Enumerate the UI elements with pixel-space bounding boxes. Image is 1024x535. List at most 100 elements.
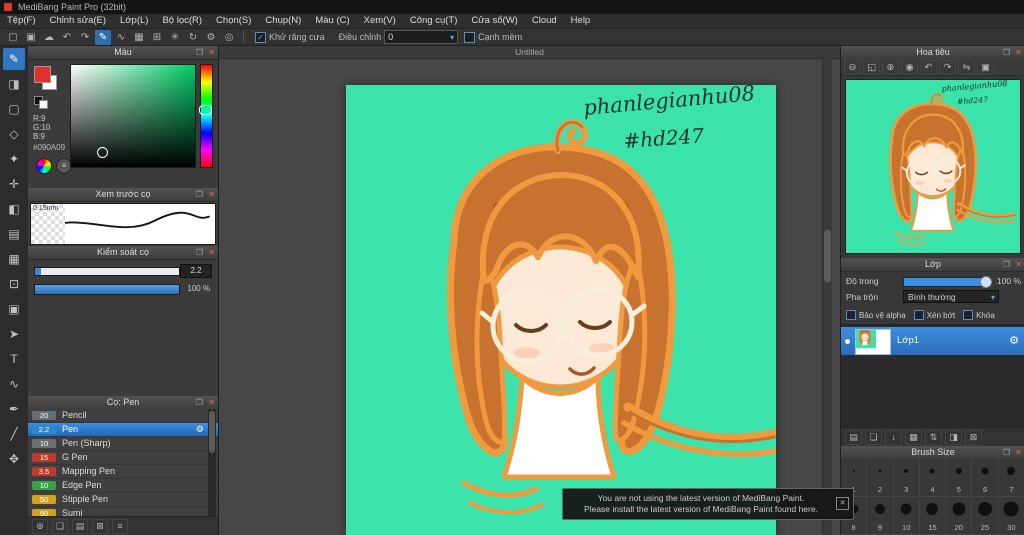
- canvas-area[interactable]: Untitled: [219, 46, 840, 535]
- brush-list-scrollbar[interactable]: [208, 409, 216, 517]
- dock-icon[interactable]: ❐: [196, 396, 203, 409]
- close-icon[interactable]: ✕: [1015, 258, 1022, 271]
- soft-edge-checkbox[interactable]: Cạnh mềm: [464, 31, 522, 43]
- zoom-fit-icon[interactable]: ◱: [863, 59, 880, 75]
- brush-size-2[interactable]: 2: [867, 459, 894, 497]
- duplicate-layer-button[interactable]: ❏: [865, 429, 882, 445]
- brush-item-g-pen[interactable]: 15 G Pen: [28, 451, 218, 465]
- menu-item-b-l-c-r[interactable]: Bộ lọc(R): [155, 14, 209, 28]
- dock-icon[interactable]: ❐: [1003, 46, 1010, 59]
- brush-size-25[interactable]: 25: [972, 497, 999, 535]
- brush-tool[interactable]: ✎: [3, 48, 25, 70]
- checkbox-box[interactable]: [846, 310, 856, 320]
- swap-colors-icon[interactable]: [39, 100, 48, 109]
- curve-tool[interactable]: ∿: [3, 373, 25, 395]
- notification-close-icon[interactable]: ✕: [836, 497, 849, 510]
- menu-item-xem-v[interactable]: Xem(V): [357, 14, 403, 28]
- antialias-checkbox-box[interactable]: ✓: [255, 31, 266, 43]
- stamp-tool[interactable]: ▣: [3, 298, 25, 320]
- hue-slider[interactable]: [199, 64, 213, 168]
- layer-settings-icon[interactable]: ⚙: [1009, 327, 1019, 355]
- zoom-actual-icon[interactable]: ◉: [901, 59, 918, 75]
- menu-item-ch-p-n[interactable]: Chụp(N): [258, 14, 308, 28]
- gradient-tool[interactable]: ▤: [3, 223, 25, 245]
- add-folder-button[interactable]: ▦: [905, 429, 922, 445]
- canvas-vertical-scrollbar[interactable]: [822, 58, 832, 535]
- close-icon[interactable]: ✕: [1015, 46, 1022, 59]
- brush-size-30[interactable]: 30: [998, 497, 1024, 535]
- snap-radial-icon[interactable]: ✳: [167, 30, 183, 45]
- line-tool[interactable]: ╱: [3, 423, 25, 445]
- blend-mode-dropdown[interactable]: Bình thường ▾: [903, 290, 999, 303]
- menu-item-c-ng-c-t[interactable]: Công cụ(T): [403, 14, 465, 28]
- fill-bucket-tool[interactable]: ◧: [3, 198, 25, 220]
- text-tool[interactable]: T: [3, 348, 25, 370]
- select-lasso-tool[interactable]: ◇: [3, 123, 25, 145]
- checkbox-b-o-v-alpha[interactable]: Bảo vệ alpha: [846, 310, 906, 320]
- document-tab[interactable]: Untitled: [219, 46, 840, 59]
- brush-size-value[interactable]: 2.2: [180, 264, 212, 278]
- layer-opacity-slider[interactable]: [903, 276, 992, 288]
- close-icon[interactable]: ✕: [208, 188, 215, 201]
- delete-brush-button[interactable]: ⊠: [92, 518, 108, 534]
- brush-item-edge-pen[interactable]: 10 Edge Pen: [28, 479, 218, 493]
- close-icon[interactable]: ✕: [208, 46, 215, 59]
- antialias-checkbox[interactable]: ✓ Khử răng cưa: [255, 31, 325, 43]
- snap-settings-icon[interactable]: ⚙: [203, 30, 219, 45]
- brush-size-6[interactable]: 6: [972, 459, 999, 497]
- brush-size-10[interactable]: 10: [893, 497, 920, 535]
- scrollbar-thumb[interactable]: [824, 230, 831, 282]
- flip-icon[interactable]: ⇋: [958, 59, 975, 75]
- redo-icon[interactable]: ↷: [77, 30, 93, 45]
- close-icon[interactable]: ✕: [208, 246, 215, 259]
- brush-size-4[interactable]: 4: [919, 459, 947, 497]
- new-canvas-icon[interactable]: ▢: [5, 30, 21, 45]
- undo-icon[interactable]: ↶: [59, 30, 75, 45]
- zoom-in-icon[interactable]: ⊕: [882, 59, 899, 75]
- zoom-out-icon[interactable]: ⊖: [844, 59, 861, 75]
- checkbox-kh-a[interactable]: Khóa: [963, 310, 995, 320]
- menu-item-l-p-l[interactable]: Lớp(L): [113, 14, 155, 28]
- grid-icon[interactable]: ▦: [131, 30, 147, 45]
- rotate-snap-icon[interactable]: ↻: [185, 30, 201, 45]
- close-icon[interactable]: ✕: [208, 396, 215, 409]
- color-wheel-icon[interactable]: [36, 158, 52, 174]
- close-icon[interactable]: ✕: [1015, 446, 1022, 459]
- menu-item-ch-nh-s-a-e[interactable]: Chỉnh sửa(E): [43, 14, 114, 28]
- saturation-value-picker[interactable]: [70, 64, 196, 168]
- layer-color-button[interactable]: ◨: [945, 429, 962, 445]
- dock-icon[interactable]: ❐: [196, 246, 203, 259]
- cloud-icon[interactable]: ☁: [41, 30, 57, 45]
- brush-size-15[interactable]: 15: [919, 497, 947, 535]
- duplicate-brush-button[interactable]: ❏: [52, 518, 68, 534]
- brush-opacity-slider[interactable]: [34, 284, 180, 295]
- hue-cursor[interactable]: [199, 105, 212, 115]
- brush-size-3[interactable]: 3: [893, 459, 920, 497]
- brush-item-stipple-pen[interactable]: 50 Stipple Pen: [28, 493, 218, 507]
- canvas-document[interactable]: [346, 85, 776, 535]
- eyedropper-tool[interactable]: ✒: [3, 398, 25, 420]
- brush-size-slider[interactable]: [34, 267, 180, 276]
- select-rect-tool[interactable]: ▢: [3, 98, 25, 120]
- menu-item-t-p-f[interactable]: Tệp(F): [0, 14, 43, 28]
- rotate-right-icon[interactable]: ↷: [939, 59, 956, 75]
- dock-icon[interactable]: ❐: [1003, 258, 1010, 271]
- sv-cursor[interactable]: [97, 147, 108, 158]
- delete-layer-button[interactable]: ⊠: [965, 429, 982, 445]
- pen-mode-icon[interactable]: ✎: [95, 29, 111, 45]
- save-icon[interactable]: ▣: [23, 30, 39, 45]
- reset-view-icon[interactable]: ▣: [977, 59, 994, 75]
- brush-size-9[interactable]: 9: [867, 497, 894, 535]
- eraser-tool[interactable]: ◨: [3, 73, 25, 95]
- add-brush-button[interactable]: ⊕: [32, 518, 48, 534]
- reorder-layer-button[interactable]: ⇅: [925, 429, 942, 445]
- brush-settings-icon[interactable]: ⚙: [196, 423, 204, 436]
- select-pen-tool[interactable]: ⊡: [3, 273, 25, 295]
- checkbox-box[interactable]: [963, 310, 974, 320]
- new-layer-button[interactable]: ▤: [845, 429, 862, 445]
- menu-item-cloud[interactable]: Cloud: [525, 14, 564, 28]
- dock-icon[interactable]: ❐: [1003, 446, 1010, 459]
- divide-tool[interactable]: ▦: [3, 248, 25, 270]
- layer-row[interactable]: Lớp1 ⚙: [841, 327, 1024, 355]
- snap-grid-icon[interactable]: ⊞: [149, 30, 165, 45]
